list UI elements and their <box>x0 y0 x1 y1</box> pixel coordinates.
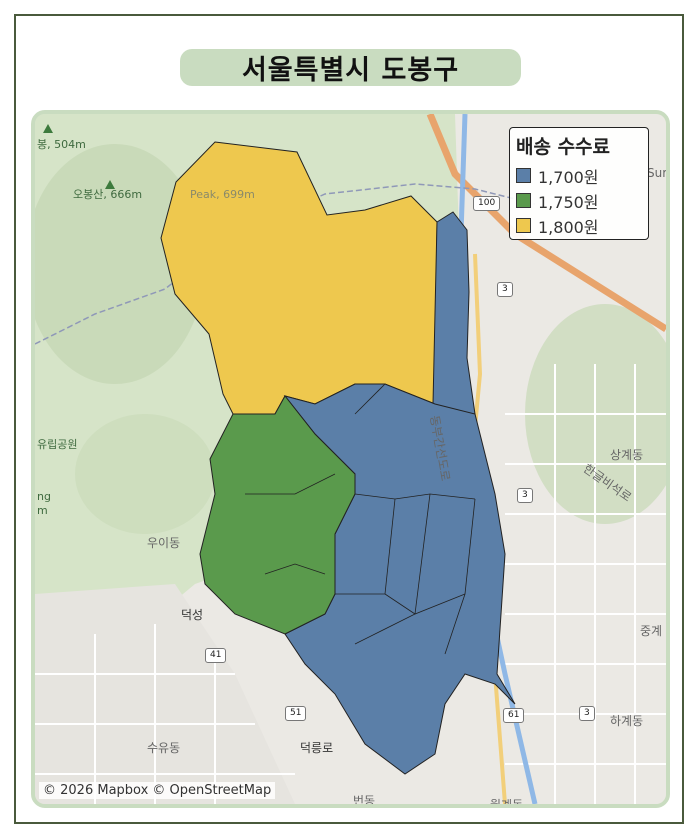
legend-item[interactable]: 1,700원 <box>516 163 642 188</box>
legend-item[interactable]: 1,800원 <box>516 213 642 238</box>
legend-swatch <box>516 168 531 183</box>
legend-item[interactable]: 1,750원 <box>516 188 642 213</box>
legend-swatch <box>516 193 531 208</box>
peak-icon <box>43 124 53 133</box>
route-shield: 51 <box>285 706 307 721</box>
place-label: 우이동 <box>147 536 181 550</box>
peak-label: 봉, 504m <box>37 138 86 151</box>
place-label: 중계 <box>640 624 663 638</box>
legend-label: 1,700원 <box>538 167 599 187</box>
page-title: 서울특별시 도봉구 <box>241 55 460 86</box>
legend-label: 1,750원 <box>538 192 599 212</box>
hill-shade <box>75 414 215 534</box>
route-shield: 3 <box>517 488 533 503</box>
place-label: 수유동 <box>147 741 181 755</box>
route-shield: 3 <box>579 706 595 721</box>
route-shield: 3 <box>497 282 513 297</box>
road-label: 덕릉로 <box>300 741 334 755</box>
title-banner: 서울특별시 도봉구 <box>180 49 521 86</box>
peak-label: Peak, 699m <box>190 188 255 201</box>
legend-label: 1,800원 <box>538 217 599 237</box>
legend: 배송 수수료 1,700원 1,750원 1,800원 <box>509 127 649 240</box>
route-shield: 41 <box>205 648 227 663</box>
place-label: 번동 <box>353 794 376 808</box>
map-label: m <box>37 504 48 517</box>
route-shield: 61 <box>503 708 525 723</box>
park-label: 유립공원 <box>37 438 78 451</box>
place-label: Sur <box>647 166 668 180</box>
route-shield: 100 <box>473 196 501 211</box>
map-label: ng <box>37 490 51 503</box>
place-label: 월계동 <box>490 798 524 808</box>
legend-swatch <box>516 218 531 233</box>
place-label: 상계동 <box>610 448 644 462</box>
map-attribution[interactable]: © 2026 Mapbox © OpenStreetMap <box>39 782 276 799</box>
place-label: 덕성 <box>181 608 204 622</box>
legend-title: 배송 수수료 <box>516 136 611 158</box>
peak-label: 오봉산, 666m <box>73 188 143 201</box>
place-label: 하계동 <box>610 714 644 728</box>
